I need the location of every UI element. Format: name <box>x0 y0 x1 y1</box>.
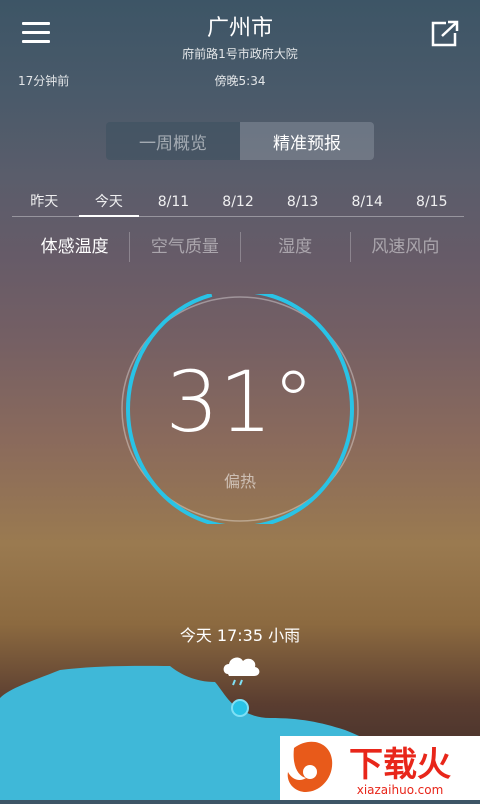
date-tab-8-14[interactable]: 8/14 <box>335 192 400 216</box>
forecast-label: 今天 17:35 小雨 <box>179 626 301 645</box>
city-title: 广州市 <box>206 16 273 41</box>
date-tab-8-13[interactable]: 8/13 <box>270 192 335 216</box>
tab-feels-like[interactable]: 体感温度 <box>20 232 129 262</box>
tab-week-overview[interactable]: 一周概览 <box>106 122 240 160</box>
tab-humidity[interactable]: 湿度 <box>239 232 350 262</box>
share-icon[interactable] <box>430 20 460 48</box>
site-watermark: 下载火 xiazaihuo.com <box>280 736 480 800</box>
watermark-text: 下载火 <box>349 745 451 785</box>
date-tab-yesterday[interactable]: 昨天 <box>12 192 77 216</box>
date-tabs: 昨天 今天 8/11 8/12 8/13 8/14 8/15 <box>12 192 464 217</box>
date-tab-8-15[interactable]: 8/15 <box>399 192 464 216</box>
tab-wind[interactable]: 风速风向 <box>349 232 460 262</box>
date-tab-today[interactable]: 今天 <box>77 192 142 217</box>
date-tab-8-11[interactable]: 8/11 <box>141 192 206 216</box>
current-point-marker <box>231 699 249 717</box>
tab-precise-forecast[interactable]: 精准预报 <box>240 122 374 160</box>
location-address: 府前路1号市政府大院 <box>182 47 298 61</box>
sunset-time: 傍晚5:34 <box>214 74 266 88</box>
temperature-value: 31° <box>165 353 315 451</box>
watermark-url: xiazaihuo.com <box>357 783 444 797</box>
feeling-label: 偏热 <box>223 472 256 491</box>
watermark-logo: 下载火 xiazaihuo.com <box>287 741 451 797</box>
cloud-rain-icon <box>223 657 260 686</box>
metric-tabs: 体感温度 空气质量 湿度 风速风向 <box>20 232 460 262</box>
date-tab-8-12[interactable]: 8/12 <box>206 192 271 216</box>
view-switch: 一周概览 精准预报 <box>106 122 374 160</box>
tab-air-quality[interactable]: 空气质量 <box>129 232 239 262</box>
